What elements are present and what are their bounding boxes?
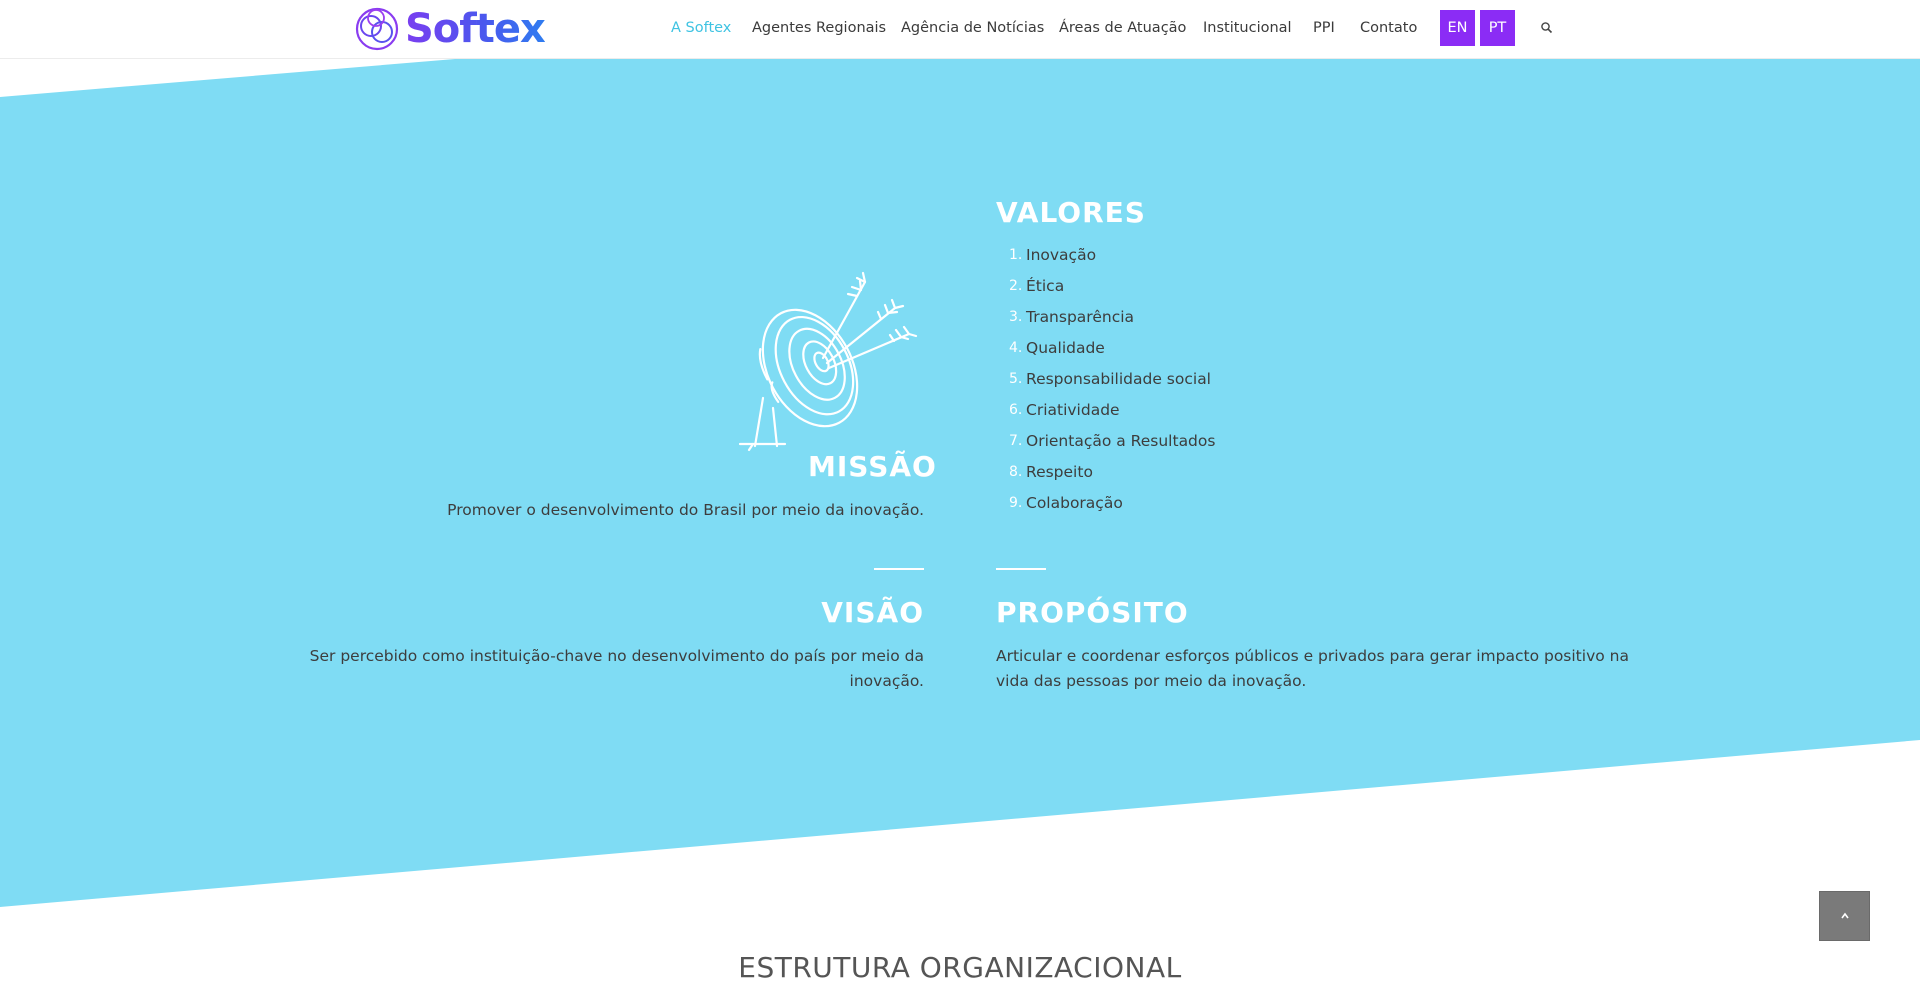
vision-text: Ser percebido como instituição-chave no … <box>309 647 924 690</box>
purpose-heading: PROPÓSITO <box>996 596 1189 629</box>
nav-item-agencia-de-noticias[interactable]: Agência de Notícias <box>901 0 1044 58</box>
list-item: 6. Criatividade <box>1009 401 1120 419</box>
main-nav: A Softex Agentes Regionais Agência de No… <box>0 0 1920 58</box>
language-pt-button[interactable]: PT <box>1480 10 1515 46</box>
list-item: 8. Respeito <box>1009 463 1093 481</box>
nav-item-institucional[interactable]: Institucional <box>1203 0 1292 58</box>
language-en-button[interactable]: EN <box>1440 10 1475 46</box>
purpose-divider <box>996 568 1046 570</box>
site-header: Softex A Softex Agentes Regionais Agênci… <box>0 0 1920 59</box>
mission-values-section: MISSÃO Promover o desenvolvimento do Bra… <box>0 0 1920 991</box>
chevron-up-icon <box>1841 912 1849 919</box>
nav-item-a-softex[interactable]: A Softex <box>671 0 731 58</box>
search-icon[interactable] <box>1540 21 1554 35</box>
target-arrows-icon <box>738 271 918 452</box>
list-item: 1. Inovação <box>1009 246 1097 264</box>
mission-heading: MISSÃO <box>808 450 937 483</box>
list-item: 7. Orientação a Resultados <box>1009 432 1216 450</box>
list-item: 3. Transparência <box>1009 308 1135 326</box>
scroll-to-top-button[interactable] <box>1819 891 1870 941</box>
mission-text: Promover o desenvolvimento do Brasil por… <box>447 501 924 519</box>
purpose-text: Articular e coordenar esforços públicos … <box>996 647 1629 690</box>
list-item: 5. Responsabilidade social <box>1009 370 1211 388</box>
org-structure-heading: ESTRUTURA ORGANIZACIONAL <box>738 951 1182 984</box>
list-item: 9. Colaboração <box>1009 494 1123 512</box>
vision-heading: VISÃO <box>821 596 924 629</box>
nav-item-contato[interactable]: Contato <box>1360 0 1417 58</box>
nav-item-areas-de-atuacao[interactable]: Áreas de Atuação <box>1059 0 1186 58</box>
nav-item-ppi[interactable]: PPI <box>1313 0 1335 58</box>
list-item: 4. Qualidade <box>1009 339 1105 357</box>
values-heading: VALORES <box>996 196 1146 229</box>
vision-divider <box>874 568 924 570</box>
values-list: 1. Inovação 2. Ética 3. Transparência 4. Qua… <box>997 241 1397 520</box>
list-item: 2. Ética <box>1009 277 1065 295</box>
nav-item-agentes-regionais[interactable]: Agentes Regionais <box>752 0 886 58</box>
